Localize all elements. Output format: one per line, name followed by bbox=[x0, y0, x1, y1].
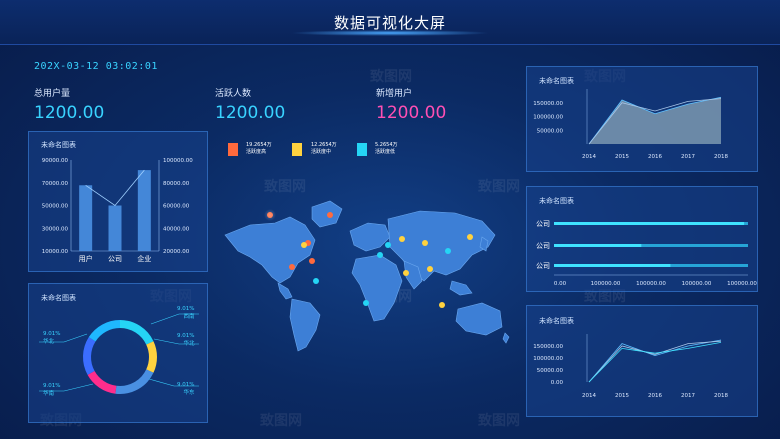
y-tick-label: 公司 bbox=[536, 262, 550, 270]
y-tick-label: 30000.00 bbox=[42, 226, 69, 232]
y-tick-label: 80000.00 bbox=[163, 181, 190, 187]
x-tick-label: 100000.00 bbox=[636, 281, 666, 287]
watermark: 致图网 bbox=[260, 413, 302, 429]
y-tick-label: 0.00 bbox=[551, 380, 564, 386]
y-tick-label: 70000.00 bbox=[42, 181, 69, 187]
bar bbox=[79, 185, 93, 251]
hbar-chart-panel: 未命名图表 公司 公司 公司 0.00 100000.00 100000.00 100000… bbox=[526, 186, 758, 292]
legend-swatch-mid bbox=[292, 143, 302, 156]
y-tick-label: 40000.00 bbox=[163, 226, 190, 232]
stat-value: 1200.00 bbox=[215, 103, 286, 123]
x-tick-label: 用户 bbox=[79, 254, 93, 263]
line-series bbox=[588, 342, 722, 383]
bar-line-series bbox=[85, 169, 145, 207]
watermark: 致图网 bbox=[478, 413, 520, 429]
world-map bbox=[224, 200, 510, 352]
donut-label: 9.01% 华北 bbox=[43, 331, 61, 345]
stat-label: 活跃人数 bbox=[215, 89, 252, 99]
legend-low: 5.2654万 活跃度低 bbox=[375, 142, 398, 155]
x-tick-label: 2015 bbox=[615, 393, 629, 399]
y-tick-label: 50000.00 bbox=[537, 128, 564, 134]
donut-label: 9.01% 华东 bbox=[177, 382, 195, 396]
x-tick-label: 100000.00 bbox=[682, 281, 712, 287]
y-tick-label: 20000.00 bbox=[163, 249, 190, 255]
donut-slice bbox=[146, 341, 157, 373]
area-chart-panel: 未命名图表 150000.00 100000.00 50000.00 2014 2015… bbox=[526, 66, 758, 172]
y-tick-label: 150000.00 bbox=[533, 344, 563, 350]
x-tick-label: 100000.00 bbox=[591, 281, 621, 287]
legend-swatch-high bbox=[228, 143, 238, 156]
y-tick-label: 公司 bbox=[536, 242, 550, 250]
x-tick-label: 2018 bbox=[714, 154, 728, 160]
continents bbox=[224, 200, 510, 352]
legend-high: 19.2654万 活跃度高 bbox=[246, 142, 272, 155]
y-tick-label: 50000.00 bbox=[537, 368, 564, 374]
bar bbox=[108, 205, 122, 251]
donut-slice bbox=[115, 369, 154, 394]
y-tick-label: 150000.00 bbox=[533, 101, 563, 107]
y-tick-label: 100000.00 bbox=[163, 158, 193, 164]
donut-label: 9.01% 西南 bbox=[177, 306, 195, 320]
x-tick-label: 2018 bbox=[714, 393, 728, 399]
page-title: 数据可视化大屏 bbox=[333, 14, 446, 32]
line-chart: 150000.00 100000.00 50000.00 0.00 2014 2015 20… bbox=[533, 334, 728, 399]
x-tick-label: 2017 bbox=[681, 393, 695, 399]
donut-label: 9.01% 华北 bbox=[177, 333, 195, 347]
donut-chart-panel: 未命名图表 9.01% 西南 9.01% 华北 9.01% 华东 9.01% 华北 9.… bbox=[28, 283, 208, 423]
stat-value: 1200.00 bbox=[376, 103, 447, 123]
legend-mid: 12.2654万 活跃度中 bbox=[311, 142, 337, 155]
y-tick-label: 100000.00 bbox=[533, 356, 563, 362]
area-chart: 150000.00 100000.00 50000.00 2014 2015 2016 20… bbox=[533, 89, 728, 160]
stat-value: 1200.00 bbox=[34, 103, 105, 123]
x-tick-label: 公司 bbox=[108, 255, 122, 263]
watermark: 致图网 bbox=[370, 69, 412, 85]
donut-chart bbox=[39, 313, 199, 394]
hbar bbox=[554, 222, 745, 225]
x-tick-label: 0.00 bbox=[554, 281, 567, 287]
y-tick-label: 公司 bbox=[536, 220, 550, 228]
area-fill bbox=[589, 97, 721, 144]
bar bbox=[137, 170, 151, 251]
stat-new-users: 新增用户 1200.00 bbox=[376, 86, 446, 123]
stat-label: 总用户量 bbox=[34, 89, 71, 99]
donut-slice bbox=[119, 320, 154, 345]
stat-label: 新增用户 bbox=[376, 89, 413, 99]
x-tick-label: 企业 bbox=[137, 254, 151, 263]
y-tick-label: 60000.00 bbox=[163, 204, 190, 210]
donut-slice bbox=[83, 337, 96, 375]
x-tick-label: 100000.00 bbox=[727, 281, 757, 287]
x-tick-label: 2017 bbox=[681, 154, 695, 160]
y-tick-label: 100000.00 bbox=[533, 115, 563, 121]
x-tick-label: 2016 bbox=[648, 393, 662, 399]
hbar bbox=[554, 244, 642, 247]
stat-total-users: 总用户量 1200.00 bbox=[34, 86, 104, 123]
line-chart-panel: 未命名图表 150000.00 100000.00 50000.00 0.00 2014… bbox=[526, 305, 758, 417]
datetime: 202X-03-12 03:02:01 bbox=[34, 61, 158, 72]
donut-slice bbox=[87, 370, 117, 394]
x-tick-label: 2015 bbox=[615, 154, 629, 160]
y-tick-label: 50000.00 bbox=[42, 204, 69, 210]
x-tick-label: 2016 bbox=[648, 154, 662, 160]
bar-chart-panel: 未命名图表 90000.00 70000.00 50000.00 30000.00 10… bbox=[28, 131, 208, 272]
legend-swatch-low bbox=[357, 143, 367, 156]
stat-active-users: 活跃人数 1200.00 bbox=[215, 86, 285, 123]
donut-label: 9.01% 华南 bbox=[43, 383, 61, 397]
bar-chart: 90000.00 70000.00 50000.00 30000.00 10000.00… bbox=[42, 158, 193, 263]
donut-slice bbox=[88, 320, 121, 342]
y-tick-label: 10000.00 bbox=[42, 249, 69, 255]
x-tick-label: 2014 bbox=[582, 154, 596, 160]
x-tick-label: 2014 bbox=[582, 393, 596, 399]
hbar-chart: 公司公司公司0.00 100000.00 100000.00 100000.00 100… bbox=[536, 220, 757, 287]
y-tick-label: 90000.00 bbox=[42, 158, 69, 164]
hbar bbox=[554, 264, 671, 267]
